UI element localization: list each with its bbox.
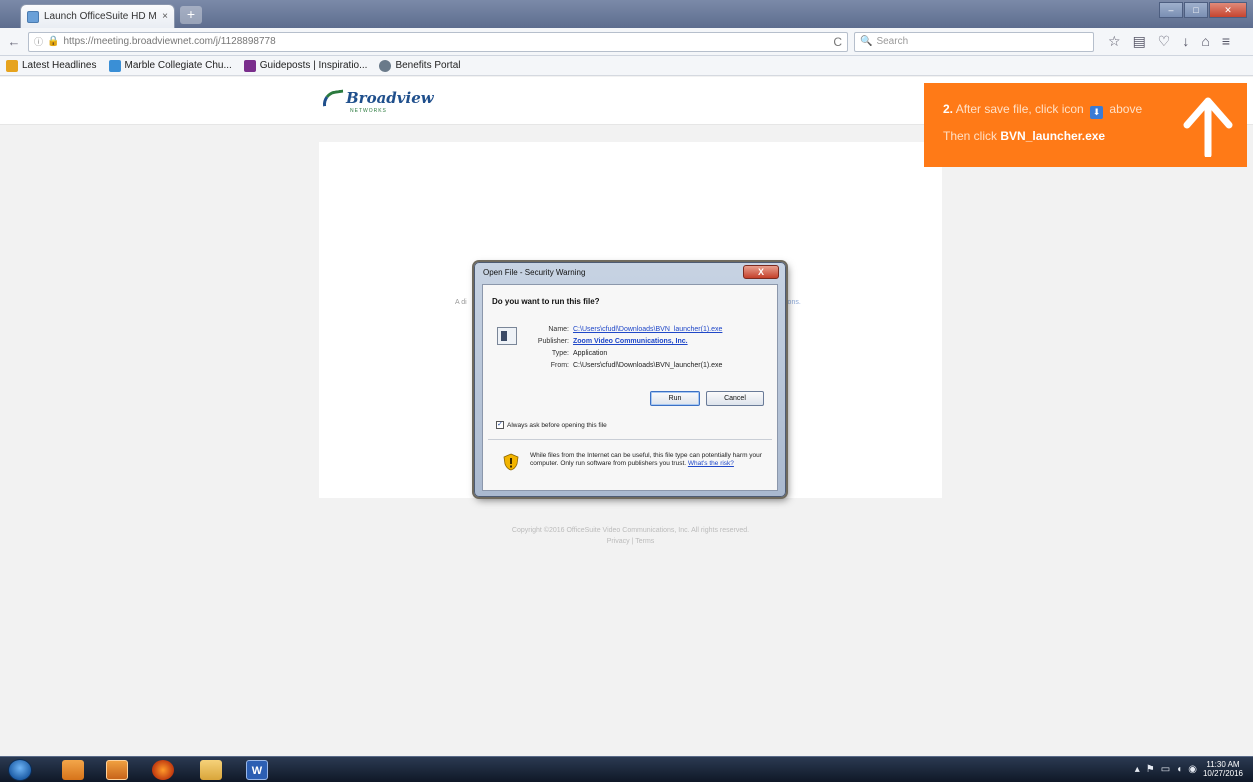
field-from: From: C:\Users\cfudl\Downloads\BVN_launc… xyxy=(550,362,723,369)
field-name: Name: C:\Users\cfudl\Downloads\BVN_launc… xyxy=(548,326,723,333)
system-tray: ▴ ⚑ ▭ ◖ ◉ 11:30 AM 10/27/2016 xyxy=(1135,760,1243,778)
tab-close-icon[interactable]: × xyxy=(162,11,168,22)
clock[interactable]: 11:30 AM 10/27/2016 xyxy=(1203,760,1243,778)
navigation-bar: ← ⓘ 🔒 https://meeting.broadviewnet.com/j… xyxy=(0,28,1253,56)
search-placeholder: Search xyxy=(876,36,909,47)
file-name-link[interactable]: C:\Users\cfudl\Downloads\BVN_launcher(1)… xyxy=(573,326,722,333)
dialog-body: Do you want to run this file? Name: C:\U… xyxy=(482,284,778,491)
taskbar-explorer-icon[interactable] xyxy=(200,760,222,780)
application-file-icon xyxy=(497,327,517,345)
start-button[interactable] xyxy=(8,759,32,781)
toolbar-icons: ☆ ▤ ♡ ↓ ⌂ ≡ xyxy=(1108,33,1230,50)
browser-tab[interactable]: Launch OfficeSuite HD Me... × xyxy=(20,4,175,28)
banner-line1-tail: above xyxy=(1109,102,1143,116)
reading-list-icon[interactable]: ▤ xyxy=(1133,33,1146,50)
new-tab-button[interactable]: + xyxy=(180,6,202,24)
instruction-banner: 2. After save file, click icon ⬇ above T… xyxy=(924,83,1247,167)
home-icon[interactable]: ⌂ xyxy=(1201,33,1209,50)
privacy-terms-links[interactable]: Privacy | Terms xyxy=(319,536,942,547)
banner-line-1: 2. After save file, click icon ⬇ above xyxy=(943,102,1142,119)
reload-icon[interactable]: C xyxy=(833,35,842,49)
field-publisher: Publisher: Zoom Video Communications, In… xyxy=(537,338,688,345)
maximize-button[interactable]: □ xyxy=(1184,2,1208,18)
guideposts-icon xyxy=(243,59,256,72)
up-arrow-icon xyxy=(1183,97,1233,157)
dialog-close-button[interactable]: X xyxy=(743,265,779,279)
dialog-title: Open File - Security Warning xyxy=(483,268,586,277)
taskbar-word-icon[interactable]: W xyxy=(246,760,268,780)
pocket-icon[interactable]: ♡ xyxy=(1158,33,1171,50)
obscured-link-right[interactable]: ions. xyxy=(786,299,801,306)
url-bar[interactable]: ⓘ 🔒 https://meeting.broadviewnet.com/j/1… xyxy=(28,31,848,52)
marble-icon xyxy=(108,59,121,72)
window-controls: ‒ □ ✕ xyxy=(1159,2,1247,18)
bookmark-benefits-portal[interactable]: Benefits Portal xyxy=(379,59,460,72)
banner-line1-text: After save file, click icon xyxy=(955,102,1084,116)
whats-the-risk-link[interactable]: What's the risk? xyxy=(688,460,734,467)
info-icon[interactable]: ⓘ xyxy=(34,35,43,48)
banner-filename: BVN_launcher.exe xyxy=(1000,129,1106,143)
dialog-question: Do you want to run this file? xyxy=(492,297,600,306)
bookmark-guideposts[interactable]: Guideposts | Inspiratio... xyxy=(243,59,367,72)
dialog-separator xyxy=(488,439,772,440)
always-ask-checkbox[interactable]: ✓ xyxy=(496,421,504,429)
tray-app-icon[interactable]: ◉ xyxy=(1188,764,1197,775)
bookmarks-bar: Latest Headlines Marble Collegiate Chu..… xyxy=(0,56,1253,76)
globe-icon xyxy=(379,59,392,72)
back-arrow-icon[interactable]: ← xyxy=(6,34,22,49)
favicon-icon xyxy=(27,10,39,23)
publisher-link[interactable]: Zoom Video Communications, Inc. xyxy=(573,338,688,345)
security-warning-dialog: Open File - Security Warning X Do you wa… xyxy=(474,262,786,497)
bookmark-marble-collegiate[interactable]: Marble Collegiate Chu... xyxy=(108,59,232,72)
field-type: Type: Application xyxy=(551,350,608,357)
copyright-line: Copyright ©2016 OfficeSuite Video Commun… xyxy=(511,527,750,534)
menu-icon[interactable]: ≡ xyxy=(1222,33,1230,50)
logo-swoosh-icon xyxy=(321,89,345,107)
network-icon[interactable]: ▭ xyxy=(1161,764,1170,775)
obscured-text-left: A di xyxy=(455,299,467,306)
bookmark-latest-headlines[interactable]: Latest Headlines xyxy=(6,59,97,72)
broadview-logo[interactable]: Broadview xyxy=(321,89,434,107)
browser-titlebar: Launch OfficeSuite HD Me... × + ‒ □ ✕ xyxy=(0,0,1253,28)
always-ask-row[interactable]: ✓ Always ask before opening this file xyxy=(496,421,607,429)
banner-line2-text: Then click xyxy=(943,129,998,143)
clock-date: 10/27/2016 xyxy=(1202,769,1243,778)
download-icon[interactable]: ↓ xyxy=(1182,33,1189,50)
url-text[interactable]: https://meeting.broadviewnet.com/j/11288… xyxy=(63,36,829,47)
bookmark-star-icon[interactable]: ☆ xyxy=(1108,33,1121,50)
clock-time: 11:30 AM xyxy=(1206,760,1240,769)
warning-shield-icon xyxy=(503,453,519,471)
always-ask-label[interactable]: Always ask before opening this file xyxy=(507,422,607,429)
flag-icon[interactable]: ⚑ xyxy=(1146,764,1155,775)
logo-text: Broadview xyxy=(346,89,434,107)
search-input[interactable]: 🔍 Search xyxy=(854,31,1094,52)
warning-text: While files from the Internet can be use… xyxy=(530,452,762,467)
minimize-button[interactable]: ‒ xyxy=(1159,2,1183,18)
volume-icon[interactable]: ◖ xyxy=(1176,764,1182,775)
tab-title: Launch OfficeSuite HD Me... xyxy=(44,11,157,22)
banner-step: 2. xyxy=(943,102,954,116)
taskbar-app-1[interactable] xyxy=(62,760,84,780)
windows-taskbar: W ▴ ⚑ ▭ ◖ ◉ 11:30 AM 10/27/2016 xyxy=(0,756,1253,782)
lock-icon[interactable]: 🔒 xyxy=(47,36,59,47)
rss-icon xyxy=(6,59,18,72)
banner-line-2: Then click BVN_launcher.exe xyxy=(943,129,1105,143)
taskbar-firefox-icon[interactable] xyxy=(152,760,174,780)
logo-subtext: NETWORKS xyxy=(350,108,387,114)
cancel-button[interactable]: Cancel xyxy=(706,391,764,406)
search-icon: 🔍 xyxy=(860,36,873,47)
copyright: Copyright ©2016 OfficeSuite Video Commun… xyxy=(319,525,942,547)
run-button[interactable]: Run xyxy=(650,391,700,406)
taskbar-outlook-icon[interactable] xyxy=(106,760,128,780)
window-close-button[interactable]: ✕ xyxy=(1209,2,1247,18)
tray-expand-icon[interactable]: ▴ xyxy=(1135,764,1140,775)
download-arrow-icon: ⬇ xyxy=(1090,106,1104,119)
